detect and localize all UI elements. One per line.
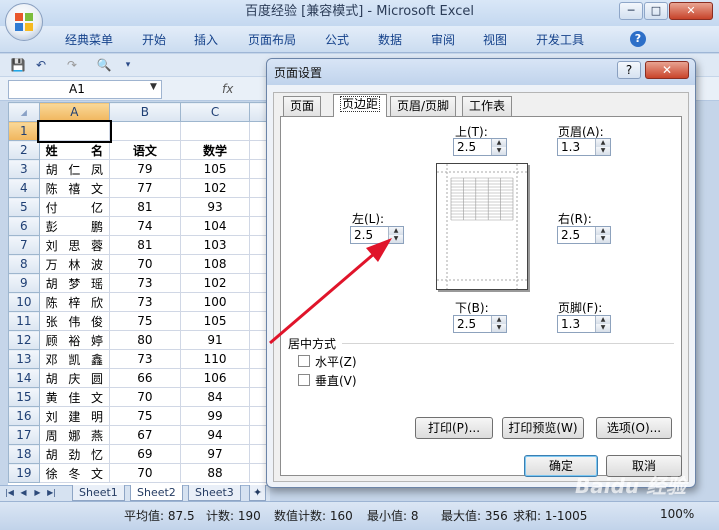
watermark-logo: Baidu 经验 xyxy=(575,474,687,498)
office-logo-icon xyxy=(15,13,33,31)
tab-margins[interactable]: 页边距 xyxy=(333,94,388,117)
tab-margins-label: 页边距 xyxy=(340,96,381,112)
office-button[interactable] xyxy=(5,3,43,41)
annotation-arrow xyxy=(269,238,392,345)
